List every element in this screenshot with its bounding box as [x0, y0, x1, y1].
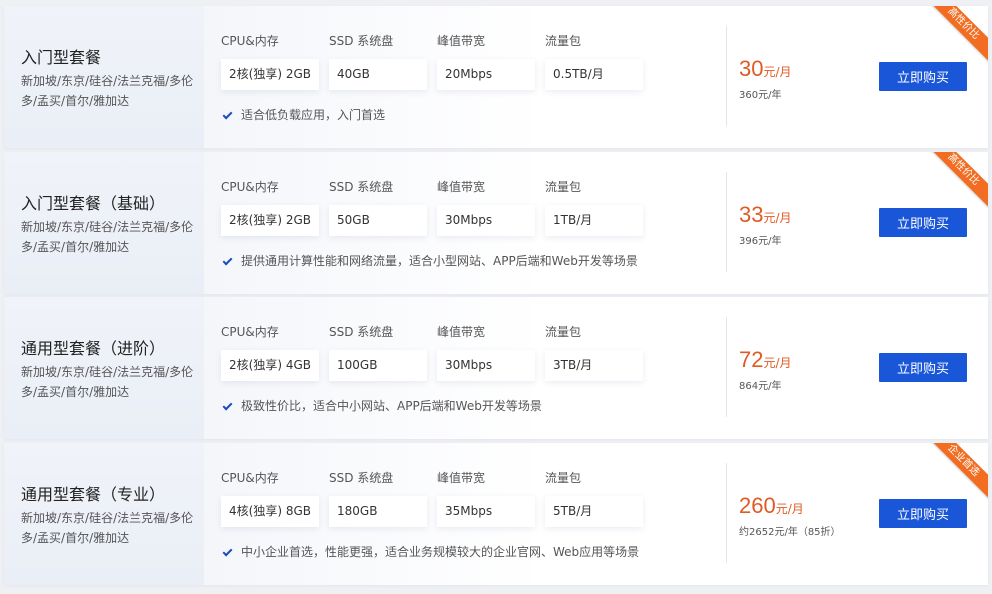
spec-label: SSD 系统盘: [329, 180, 394, 194]
check-icon: [222, 546, 233, 556]
plan-note-text: 中小企业首选，性能更强，适合业务规模较大的企业官网、Web应用等场景: [241, 545, 640, 559]
spec-value: 30Mbps: [437, 205, 535, 236]
plan-name: 通用型套餐（专业）: [21, 485, 166, 504]
price: 72元/月: [739, 347, 792, 373]
plan-info: 通用型套餐（进阶） 新加坡/东京/硅谷/法兰克福/多伦多/孟买/首尔/雅加达: [4, 297, 204, 439]
price: 30元/月: [739, 56, 792, 82]
spec-label: 流量包: [545, 34, 582, 48]
check-icon: [222, 255, 233, 265]
price-amount: 72: [739, 347, 764, 372]
spec-value: 35Mbps: [437, 496, 535, 527]
plan-specs: CPU&内存 2核(独享) 2GB SSD 系统盘 40GB 峰值带宽 20Mb…: [204, 6, 726, 148]
plan-specs: CPU&内存 2核(独享) 2GB SSD 系统盘 50GB 峰值带宽 30Mb…: [204, 152, 726, 294]
buy-now-button[interactable]: 立即购买: [879, 353, 967, 382]
plan-info: 入门型套餐 新加坡/东京/硅谷/法兰克福/多伦多/孟买/首尔/雅加达: [4, 6, 204, 148]
plan-regions: 新加坡/东京/硅谷/法兰克福/多伦多/孟买/首尔/雅加达: [21, 511, 194, 545]
spec-value: 20Mbps: [437, 59, 535, 90]
buy-now-button[interactable]: 立即购买: [879, 62, 967, 91]
buy-now-button[interactable]: 立即购买: [879, 499, 967, 528]
price-amount: 260: [739, 493, 776, 518]
plan-note: 适合低负载应用，入门首选: [221, 106, 385, 123]
spec-label: CPU&内存: [221, 471, 279, 485]
price-unit: 元/月: [763, 65, 792, 79]
spec-value: 5TB/月: [545, 496, 643, 527]
divider: [726, 26, 727, 126]
spec-value: 0.5TB/月: [545, 59, 643, 90]
price-amount: 30: [739, 56, 764, 81]
spec-value: 2核(独享) 4GB: [221, 350, 319, 381]
spec-label: CPU&内存: [221, 325, 279, 339]
divider: [726, 172, 727, 272]
promo-ribbon: 高性价比: [924, 6, 988, 63]
spec-value: 2核(独享) 2GB: [221, 205, 319, 236]
spec-label: SSD 系统盘: [329, 471, 394, 485]
spec-value: 40GB: [329, 59, 427, 90]
spec-value: 180GB: [329, 496, 427, 527]
price-unit: 元/月: [763, 211, 792, 225]
plan-note-text: 极致性价比，适合中小网站、APP后端和Web开发等场景: [241, 399, 542, 413]
divider: [726, 463, 727, 563]
promo-ribbon: 企业首选: [924, 443, 988, 500]
price-amount: 33: [739, 202, 764, 227]
divider: [726, 317, 727, 417]
plan-list: 入门型套餐 新加坡/东京/硅谷/法兰克福/多伦多/孟买/首尔/雅加达 CPU&内…: [0, 0, 992, 594]
price-yearly: 约2652元/年（85折）: [739, 527, 841, 538]
spec-label: 流量包: [545, 180, 582, 194]
plan-info: 入门型套餐（基础） 新加坡/东京/硅谷/法兰克福/多伦多/孟买/首尔/雅加达: [4, 152, 204, 294]
plan-note: 极致性价比，适合中小网站、APP后端和Web开发等场景: [221, 397, 542, 414]
spec-value: 4核(独享) 8GB: [221, 496, 319, 527]
price-unit: 元/月: [763, 356, 792, 370]
plan-note-text: 提供通用计算性能和网络流量，适合小型网站、APP后端和Web开发等场景: [241, 254, 638, 268]
buy-now-button[interactable]: 立即购买: [879, 208, 967, 237]
spec-label: CPU&内存: [221, 34, 279, 48]
plan-regions: 新加坡/东京/硅谷/法兰克福/多伦多/孟买/首尔/雅加达: [21, 74, 194, 108]
spec-label: 峰值带宽: [437, 325, 486, 339]
promo-ribbon: 高性价比: [924, 152, 988, 209]
spec-label: CPU&内存: [221, 180, 279, 194]
plan-note-text: 适合低负载应用，入门首选: [241, 108, 386, 122]
plan-specs: CPU&内存 2核(独享) 4GB SSD 系统盘 100GB 峰值带宽 30M…: [204, 297, 726, 439]
spec-value: 100GB: [329, 350, 427, 381]
spec-label: 流量包: [545, 325, 582, 339]
plan-name: 入门型套餐: [21, 48, 102, 67]
spec-label: SSD 系统盘: [329, 325, 394, 339]
plan-regions: 新加坡/东京/硅谷/法兰克福/多伦多/孟买/首尔/雅加达: [21, 220, 194, 254]
plan-name: 入门型套餐（基础）: [21, 194, 166, 213]
check-icon: [222, 400, 233, 410]
price: 33元/月: [739, 202, 792, 228]
plan-card-2: 入门型套餐（基础） 新加坡/东京/硅谷/法兰克福/多伦多/孟买/首尔/雅加达 C…: [4, 152, 988, 294]
spec-label: 流量包: [545, 471, 582, 485]
price-unit: 元/月: [775, 502, 804, 516]
price-yearly: 396元/年: [739, 236, 782, 247]
plan-note: 中小企业首选，性能更强，适合业务规模较大的企业官网、Web应用等场景: [221, 543, 639, 560]
plan-card-4: 通用型套餐（专业） 新加坡/东京/硅谷/法兰克福/多伦多/孟买/首尔/雅加达 C…: [4, 443, 988, 585]
price-yearly: 360元/年: [739, 90, 782, 101]
check-icon: [222, 109, 233, 119]
plan-info: 通用型套餐（专业） 新加坡/东京/硅谷/法兰克福/多伦多/孟买/首尔/雅加达: [4, 443, 204, 585]
spec-label: 峰值带宽: [437, 34, 486, 48]
plan-specs: CPU&内存 4核(独享) 8GB SSD 系统盘 180GB 峰值带宽 35M…: [204, 443, 726, 585]
plan-card-3: 通用型套餐（进阶） 新加坡/东京/硅谷/法兰克福/多伦多/孟买/首尔/雅加达 C…: [4, 297, 988, 439]
spec-value: 1TB/月: [545, 205, 643, 236]
spec-value: 2核(独享) 2GB: [221, 59, 319, 90]
plan-card-1: 入门型套餐 新加坡/东京/硅谷/法兰克福/多伦多/孟买/首尔/雅加达 CPU&内…: [4, 6, 988, 148]
price: 260元/月: [739, 493, 804, 519]
plan-name: 通用型套餐（进阶）: [21, 339, 166, 358]
spec-label: 峰值带宽: [437, 180, 486, 194]
spec-label: SSD 系统盘: [329, 34, 394, 48]
price-yearly: 864元/年: [739, 381, 782, 392]
plan-note: 提供通用计算性能和网络流量，适合小型网站、APP后端和Web开发等场景: [221, 252, 638, 269]
spec-value: 30Mbps: [437, 350, 535, 381]
spec-value: 50GB: [329, 205, 427, 236]
plan-regions: 新加坡/东京/硅谷/法兰克福/多伦多/孟买/首尔/雅加达: [21, 365, 194, 399]
spec-label: 峰值带宽: [437, 471, 486, 485]
spec-value: 3TB/月: [545, 350, 643, 381]
